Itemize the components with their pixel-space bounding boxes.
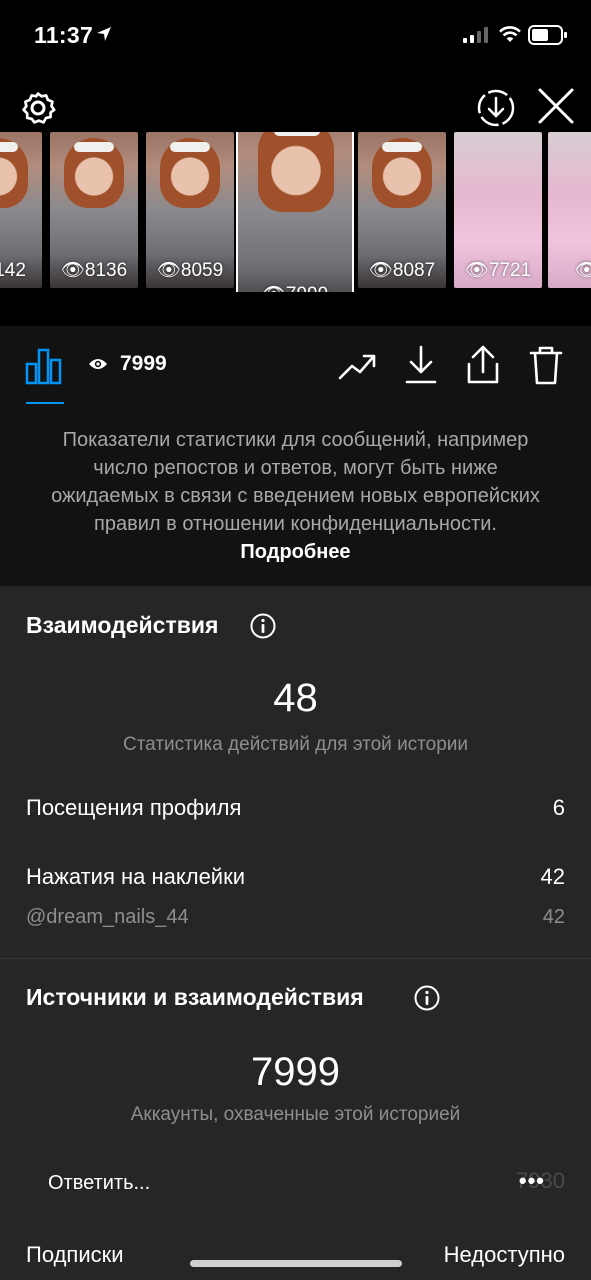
story-thumbnail[interactable]: 👁︎7 <box>548 132 591 288</box>
info-icon[interactable] <box>414 985 440 1011</box>
sticker-taps-value: 42 <box>540 864 565 889</box>
info-icon[interactable] <box>250 613 276 639</box>
interactions-subtitle: Статистика действий для этой истории <box>122 734 469 755</box>
eye-icon <box>89 359 107 369</box>
privacy-notice-text: Показатели статистики для сообщений, нап… <box>51 429 540 535</box>
trend-icon[interactable] <box>338 350 378 382</box>
views-count: 7999 <box>120 352 167 375</box>
thumbnail-views: 👁︎7 <box>574 260 591 281</box>
location-arrow-icon <box>97 27 111 41</box>
thumbnail-views: 👁︎7721 <box>464 260 532 281</box>
story-thumbnail-strip[interactable]: 👁︎142 👁︎8136 👁︎8059 👁︎7999 👁︎8087 👁︎7721 👁︎7 <box>0 132 591 292</box>
trash-icon[interactable] <box>528 344 564 386</box>
learn-more-link[interactable]: Подробнее <box>240 541 350 563</box>
thumbnail-image-detail <box>382 142 422 152</box>
more-options-button[interactable]: ••• <box>519 1168 545 1194</box>
battery-icon <box>528 25 567 45</box>
profile-visits-label: Посещения профиля <box>26 795 242 820</box>
discovery-title: Источники и взаимодействия <box>26 984 364 1010</box>
follows-value: Недоступно <box>443 1242 565 1267</box>
cellular-signal-icon <box>463 27 488 43</box>
status-bar: 11:37 <box>0 0 591 72</box>
thumbnail-views: 👁︎8136 <box>60 260 128 281</box>
thumbnail-views: 👁︎142 <box>0 260 26 281</box>
interactions-title: Взаимодействия <box>26 612 219 638</box>
story-thumbnail[interactable]: 👁︎8136 <box>50 132 138 288</box>
privacy-notice: Показатели статистики для сообщений, нап… <box>0 404 591 586</box>
thumbnail-image-detail <box>274 132 320 136</box>
thumbnail-views: 👁︎7999 <box>238 282 352 292</box>
story-thumbnail[interactable]: 👁︎7721 <box>454 132 542 288</box>
thumbnail-image-detail <box>170 142 210 152</box>
download-icon[interactable] <box>404 344 438 386</box>
mention-sticker-label[interactable]: @dream_nails_44 <box>26 906 189 929</box>
thumbnail-views: 👁︎8087 <box>368 260 436 281</box>
accounts-reached-subtitle: Аккаунты, охваченные этой историей <box>130 1104 461 1125</box>
bar-chart-icon[interactable] <box>24 346 64 386</box>
thumbnail-image-detail <box>0 142 18 152</box>
profile-visits-value: 6 <box>552 795 565 820</box>
home-indicator[interactable] <box>190 1260 402 1267</box>
close-icon[interactable] <box>536 86 576 126</box>
thumbnail-image <box>258 132 334 212</box>
save-circle-icon[interactable] <box>476 88 516 128</box>
settings-gear-icon[interactable] <box>20 90 56 126</box>
thumbnail-image-detail <box>74 142 114 152</box>
wifi-icon <box>499 26 521 42</box>
section-divider <box>0 958 591 959</box>
sticker-taps-label: Нажатия на наклейки <box>26 864 246 889</box>
story-thumbnail[interactable]: 👁︎8087 <box>358 132 446 288</box>
mention-sticker-value: 42 <box>542 906 565 928</box>
interactions-total: 48 <box>273 676 318 720</box>
follows-label: Подписки <box>26 1242 124 1267</box>
story-thumbnail[interactable]: 👁︎8059 <box>146 132 234 288</box>
share-icon[interactable] <box>464 344 502 386</box>
thumbnail-views: 👁︎8059 <box>156 260 224 281</box>
accounts-reached-total: 7999 <box>251 1050 340 1094</box>
story-thumbnail-selected[interactable]: 👁︎7999 <box>236 132 354 292</box>
story-thumbnail[interactable]: 👁︎142 <box>0 132 42 288</box>
status-time: 11:37 <box>34 22 94 48</box>
reply-input[interactable]: Ответить... <box>48 1172 150 1195</box>
